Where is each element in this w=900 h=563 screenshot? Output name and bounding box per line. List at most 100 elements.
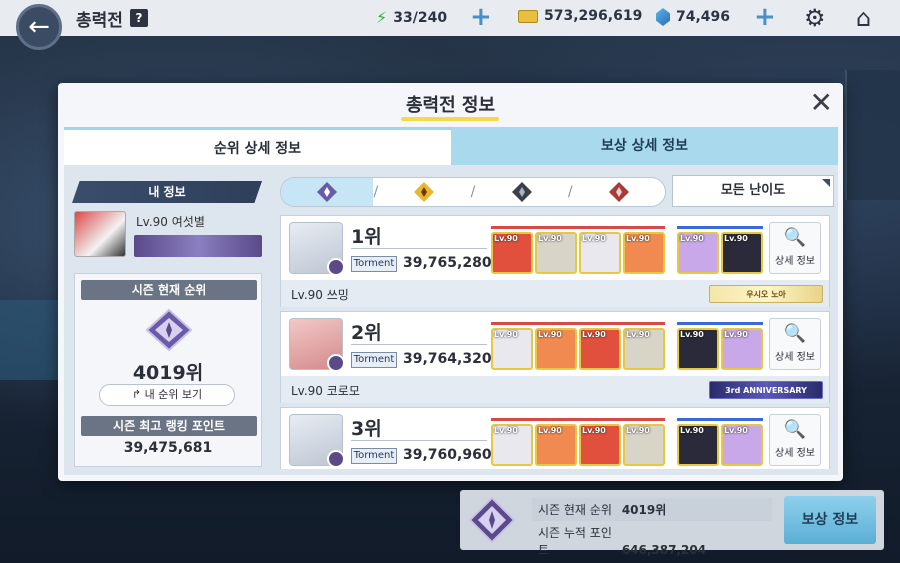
- season-rank-row: 시즌 현재 순위 4019위: [532, 498, 772, 521]
- add-gems-button[interactable]: +: [754, 4, 776, 30]
- season-rank-value: 4019위: [132, 362, 204, 384]
- character-portrait: Lv.90: [677, 232, 719, 274]
- tab-reward-detail[interactable]: 보상 상세 정보: [451, 127, 838, 165]
- character-portrait: Lv.90: [579, 232, 621, 274]
- difficulty-badge: Torment: [351, 448, 397, 464]
- season-points-row: 시즌 누적 포인트 646,387,204: [532, 524, 712, 558]
- my-rank-button-label: 내 순위 보기: [144, 388, 203, 401]
- detail-button[interactable]: 🔍 상세 정보: [769, 222, 821, 274]
- character-portrait: Lv.90: [491, 232, 533, 274]
- avatar: [74, 211, 126, 257]
- row-main: 1위 Torment 39,765,280 Lv.90 Lv.90 Lv.90 …: [281, 216, 829, 280]
- difficulty-option[interactable]: [573, 178, 665, 206]
- difficulty-option[interactable]: [378, 178, 470, 206]
- gem-icon: [656, 8, 670, 26]
- close-icon[interactable]: ✕: [810, 89, 833, 117]
- arrow-left-icon: ←: [28, 12, 50, 42]
- divider: [351, 440, 487, 441]
- row-main: 3위 Torment 39,760,960 Lv.90 Lv.90 Lv.90 …: [281, 408, 829, 469]
- row-footer: Lv.90 쓰밍 우시오 노아: [281, 280, 829, 307]
- hardcore-difficulty-icon: [511, 182, 532, 202]
- title-underline: [401, 117, 499, 121]
- credit-icon: [518, 9, 538, 23]
- rank-emblem-icon: [327, 258, 345, 276]
- credits-value: 573,296,619: [544, 8, 643, 24]
- difficulty-dropdown[interactable]: 모든 난이도: [672, 175, 834, 207]
- player-name: Lv.90 쓰밍: [291, 288, 349, 302]
- dropdown-arrow-icon: [822, 179, 830, 187]
- rank-emblem-icon: [145, 308, 193, 352]
- character-portrait: Lv.90: [721, 424, 763, 466]
- character-portrait: Lv.90: [491, 424, 533, 466]
- best-points-value: 39,475,681: [123, 440, 213, 456]
- difficulty-dropdown-value: 모든 난이도: [720, 183, 786, 198]
- rank-emblem-icon: [327, 354, 345, 372]
- stamina-display: ⚡ 33/240: [376, 8, 447, 27]
- gems-value: 74,496: [676, 9, 731, 25]
- character-portrait: Lv.90: [623, 424, 665, 466]
- ranking-points: 39,764,320: [403, 351, 492, 367]
- home-icon[interactable]: ⌂: [856, 4, 871, 32]
- background-panel: [0, 300, 60, 380]
- character-portrait: Lv.90: [579, 424, 621, 466]
- special-team: Lv.90 Lv.90: [677, 418, 763, 466]
- search-icon: 🔍: [783, 227, 807, 248]
- season-points-value: 646,387,204: [621, 543, 707, 557]
- difficulty-badge: Torment: [351, 352, 397, 368]
- detail-button[interactable]: 🔍 상세 정보: [769, 414, 821, 466]
- season-rank-value: 4019위: [621, 503, 667, 517]
- row-main: 2위 Torment 39,764,320 Lv.90 Lv.90 Lv.90 …: [281, 312, 829, 376]
- detail-button-label: 상세 정보: [775, 352, 815, 363]
- ranking-points: 39,765,280: [403, 255, 492, 271]
- search-icon: 🔍: [783, 323, 807, 344]
- dialog-title: 총력전 정보: [405, 95, 496, 116]
- striker-team: Lv.90 Lv.90 Lv.90 Lv.90: [491, 226, 665, 274]
- divider: [351, 248, 487, 249]
- striker-team: Lv.90 Lv.90 Lv.90 Lv.90: [491, 322, 665, 370]
- search-icon: 🔍: [783, 419, 807, 440]
- background-panel: [845, 70, 900, 200]
- rank-position: 2위: [351, 322, 382, 344]
- character-portrait: Lv.90: [579, 328, 621, 370]
- difficulty-option[interactable]: [281, 178, 374, 206]
- my-rank-button[interactable]: ↱ 내 순위 보기: [99, 384, 235, 406]
- my-level-name: Lv.90 여섯별: [136, 215, 205, 229]
- lightning-icon: ⚡: [376, 8, 388, 27]
- character-portrait: Lv.90: [677, 328, 719, 370]
- special-team: Lv.90 Lv.90: [677, 322, 763, 370]
- rank-position: 3위: [351, 418, 382, 440]
- content-area: 내 정보 Lv.90 여섯별 시즌 현재 순위 4019위 ↱ 내 순위 보기 …: [64, 165, 838, 475]
- row-footer: Lv.90 코로모 3rd ANNIVERSARY: [281, 376, 829, 403]
- difficulty-option[interactable]: [475, 178, 567, 206]
- season-rank-label: 시즌 현재 순위: [538, 503, 612, 517]
- add-stamina-button[interactable]: +: [470, 4, 492, 30]
- character-portrait: Lv.90: [677, 424, 719, 466]
- divider: [351, 344, 487, 345]
- ranking-points: 39,760,960: [403, 447, 492, 463]
- striker-team: Lv.90 Lv.90 Lv.90 Lv.90: [491, 418, 665, 466]
- character-portrait: Lv.90: [535, 232, 577, 274]
- veryhard-difficulty-icon: [608, 182, 629, 202]
- top-bar: 총력전 ? ⚡ 33/240 + 573,296,619 74,496 + ⚙ …: [0, 0, 900, 36]
- help-icon[interactable]: ?: [130, 9, 148, 27]
- reward-info-button[interactable]: 보상 정보: [784, 496, 876, 544]
- character-portrait: Lv.90: [623, 328, 665, 370]
- season-points-label: 시즌 누적 포인트: [538, 526, 612, 557]
- gear-icon[interactable]: ⚙: [804, 4, 826, 32]
- table-row: 1위 Torment 39,765,280 Lv.90 Lv.90 Lv.90 …: [280, 215, 830, 307]
- tab-ranking-detail[interactable]: 순위 상세 정보: [64, 127, 451, 165]
- back-button[interactable]: ←: [16, 4, 62, 50]
- character-portrait: Lv.90: [623, 232, 665, 274]
- season-rank-label: 시즌 현재 순위: [81, 280, 257, 300]
- character-portrait: Lv.90: [721, 232, 763, 274]
- character-portrait: Lv.90: [535, 424, 577, 466]
- difficulty-badge: Torment: [351, 256, 397, 272]
- player-title-badge: 우시오 노아: [709, 285, 823, 303]
- detail-button[interactable]: 🔍 상세 정보: [769, 318, 821, 370]
- ranking-list[interactable]: 1위 Torment 39,765,280 Lv.90 Lv.90 Lv.90 …: [280, 215, 834, 469]
- detail-button-label: 상세 정보: [775, 448, 815, 459]
- special-team: Lv.90 Lv.90: [677, 226, 763, 274]
- page-title: 총력전: [76, 11, 123, 31]
- detail-button-label: 상세 정보: [775, 256, 815, 267]
- my-info-header: 내 정보: [72, 181, 262, 203]
